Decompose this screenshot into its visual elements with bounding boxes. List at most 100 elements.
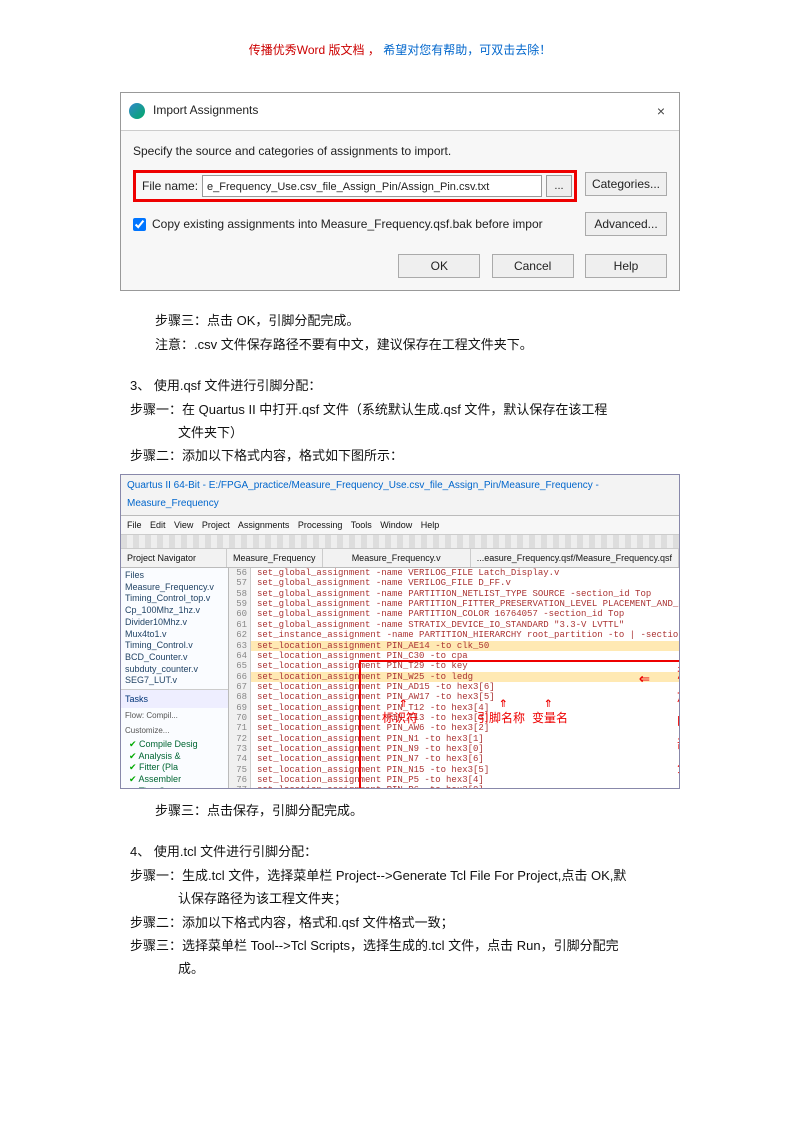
task-item[interactable]: TimeQuest <box>121 786 228 788</box>
line-number: 67 <box>229 682 251 692</box>
cancel-button[interactable]: Cancel <box>492 254 574 278</box>
code-text: set_location_assignment PIN_P6 -to hex3[… <box>251 785 484 788</box>
line-number: 70 <box>229 713 251 723</box>
code-line[interactable]: 56set_global_assignment -name VERILOG_FI… <box>229 568 679 578</box>
code-line[interactable]: 68set_location_assignment PIN_AW17 -to h… <box>229 692 679 702</box>
annotation-identifier: 标识符 <box>382 708 418 730</box>
globe-icon <box>129 103 145 119</box>
quartus-menu-bar[interactable]: File Edit View Project Assignments Proce… <box>121 516 679 535</box>
line-number: 65 <box>229 661 251 671</box>
quartus-toolbar[interactable] <box>121 535 679 549</box>
file-item[interactable]: Timing_Control_top.v <box>125 593 224 605</box>
file-item[interactable]: Timing_Control.v <box>125 640 224 652</box>
code-line[interactable]: 61set_global_assignment -name STRATIX_DE… <box>229 620 679 630</box>
tab-measure-frequency-v[interactable]: Measure_Frequency.v <box>323 549 471 567</box>
code-line[interactable]: 59set_global_assignment -name PARTITION_… <box>229 599 679 609</box>
file-item[interactable]: Measure_Frequency.v <box>125 582 224 594</box>
code-text: set_global_assignment -name STRATIX_DEVI… <box>251 620 624 630</box>
code-line[interactable]: 70set_location_assignment PIN_T13 -to he… <box>229 713 679 723</box>
code-text: set_location_assignment PIN_P5 -to hex3[… <box>251 775 484 785</box>
copy-existing-label: Copy existing assignments into Measure_F… <box>152 214 577 236</box>
copy-existing-checkbox[interactable] <box>133 218 146 231</box>
header-note: 传播优秀Word 版文档 ， 希望对您有帮助，可双击去除！ <box>60 40 740 62</box>
tasks-list[interactable]: Compile DesigAnalysis & Fitter (PlaAssem… <box>121 739 228 788</box>
code-line[interactable]: 72set_location_assignment PIN_N1 -to hex… <box>229 734 679 744</box>
tasks-panel-title: Tasks <box>121 689 228 708</box>
project-navigator-panel: FilesMeasure_Frequency.vTiming_Control_t… <box>121 568 229 788</box>
code-line[interactable]: 69set_location_assignment PIN_T12 -to he… <box>229 703 679 713</box>
qsf-code-editor[interactable]: 56set_global_assignment -name VERILOG_FI… <box>229 568 679 788</box>
code-text: set_location_assignment PIN_AW6 -to hex3… <box>251 723 489 733</box>
section-3-step2: 步骤二：添加以下格式内容，格式如下图所示： <box>178 444 740 467</box>
file-item[interactable]: SEG7_LUT.v <box>125 675 224 687</box>
code-text: set_global_assignment -name VERILOG_FILE… <box>251 568 559 578</box>
code-line[interactable]: 57set_global_assignment -name VERILOG_FI… <box>229 578 679 588</box>
browse-button[interactable]: ... <box>546 175 572 197</box>
line-number: 56 <box>229 568 251 578</box>
file-name-input[interactable]: e_Frequency_Use.csv_file_Assign_Pin/Assi… <box>202 175 542 197</box>
code-line[interactable]: 63set_location_assignment PIN_AE14 -to c… <box>229 641 679 651</box>
quartus-tab-row: Project Navigator Measure_Frequency Meas… <box>121 549 679 568</box>
code-line[interactable]: 73set_location_assignment PIN_N9 -to hex… <box>229 744 679 754</box>
code-text: set_location_assignment PIN_AW17 -to hex… <box>251 692 495 702</box>
code-line[interactable]: 76set_location_assignment PIN_P5 -to hex… <box>229 775 679 785</box>
code-line[interactable]: 67set_location_assignment PIN_AD15 -to h… <box>229 682 679 692</box>
file-item[interactable]: Mux4to1.v <box>125 629 224 641</box>
code-line[interactable]: 60set_global_assignment -name PARTITION_… <box>229 609 679 619</box>
close-icon[interactable]: × <box>651 99 671 124</box>
line-number: 68 <box>229 692 251 702</box>
import-assignments-dialog: Import Assignments × Specify the source … <box>120 92 680 292</box>
code-line[interactable]: 65set_location_assignment PIN_T29 -to ke… <box>229 661 679 671</box>
note-text: 注意：.csv 文件保存路径不要有中文，建议保存在工程文件夹下。 <box>155 333 700 356</box>
file-item[interactable]: Files <box>125 570 224 582</box>
line-number: 73 <box>229 744 251 754</box>
line-number: 66 <box>229 672 251 682</box>
line-number: 71 <box>229 723 251 733</box>
code-text: set_location_assignment PIN_N9 -to hex3[… <box>251 744 484 754</box>
file-item[interactable]: subduty_counter.v <box>125 664 224 676</box>
line-number: 63 <box>229 641 251 651</box>
code-line[interactable]: 77set_location_assignment PIN_P6 -to hex… <box>229 785 679 788</box>
task-item[interactable]: Compile Desig <box>121 739 228 751</box>
categories-button[interactable]: Categories... <box>585 172 667 196</box>
line-number: 60 <box>229 609 251 619</box>
advanced-button[interactable]: Advanced... <box>585 212 667 236</box>
section-3-step3: 步骤三：点击保存，引脚分配完成。 <box>155 799 700 822</box>
code-line[interactable]: 62set_instance_assignment -name PARTITIO… <box>229 630 679 640</box>
line-number: 59 <box>229 599 251 609</box>
line-number: 74 <box>229 754 251 764</box>
code-line[interactable]: 75set_location_assignment PIN_N15 -to he… <box>229 765 679 775</box>
tab-qsf[interactable]: ...easure_Frequency.qsf/Measure_Frequenc… <box>471 549 679 567</box>
annotation-var-name: 变量名 <box>532 708 568 730</box>
code-line[interactable]: 64set_location_assignment PIN_C30 -to cp… <box>229 651 679 661</box>
help-button[interactable]: Help <box>585 254 667 278</box>
task-item[interactable]: Assembler <box>121 774 228 786</box>
file-item[interactable]: BCD_Counter.v <box>125 652 224 664</box>
code-text: set_instance_assignment -name PARTITION_… <box>251 630 679 640</box>
flow-label[interactable]: Flow: Compil... Customize... <box>121 708 228 739</box>
code-text: set_location_assignment PIN_T13 -to hex3… <box>251 713 489 723</box>
code-line[interactable]: 74set_location_assignment PIN_N7 -to hex… <box>229 754 679 764</box>
code-text: set_global_assignment -name VERILOG_FILE… <box>251 578 511 588</box>
code-line[interactable]: 58set_global_assignment -name PARTITION_… <box>229 589 679 599</box>
line-number: 75 <box>229 765 251 775</box>
line-number: 77 <box>229 785 251 788</box>
files-list[interactable]: FilesMeasure_Frequency.vTiming_Control_t… <box>121 568 228 689</box>
code-line[interactable]: 71set_location_assignment PIN_AW6 -to he… <box>229 723 679 733</box>
file-item[interactable]: Divider10Mhz.v <box>125 617 224 629</box>
dialog-titlebar: Import Assignments × <box>121 93 679 131</box>
section-3-step1b: 文件夹下） <box>178 421 740 444</box>
code-text: set_global_assignment -name PARTITION_CO… <box>251 609 624 619</box>
line-number: 69 <box>229 703 251 713</box>
step3-text: 步骤三：点击 OK，引脚分配完成。 <box>155 309 700 332</box>
section-4-step3b: 成。 <box>178 957 740 980</box>
task-item[interactable]: Fitter (Pla <box>121 762 228 774</box>
code-line[interactable]: 66set_location_assignment PIN_W25 -to le… <box>229 672 679 682</box>
file-item[interactable]: Cp_100Mhz_1hz.v <box>125 605 224 617</box>
code-text: set_global_assignment -name PARTITION_NE… <box>251 589 651 599</box>
section-4-step3a: 步骤三：选择菜单栏 Tool-->Tcl Scripts，选择生成的.tcl 文… <box>178 934 740 957</box>
task-item[interactable]: Analysis & <box>121 751 228 763</box>
code-text: set_location_assignment PIN_T29 -to key <box>251 661 468 671</box>
ok-button[interactable]: OK <box>398 254 480 278</box>
tab-measure-frequency[interactable]: Measure_Frequency <box>227 549 323 567</box>
